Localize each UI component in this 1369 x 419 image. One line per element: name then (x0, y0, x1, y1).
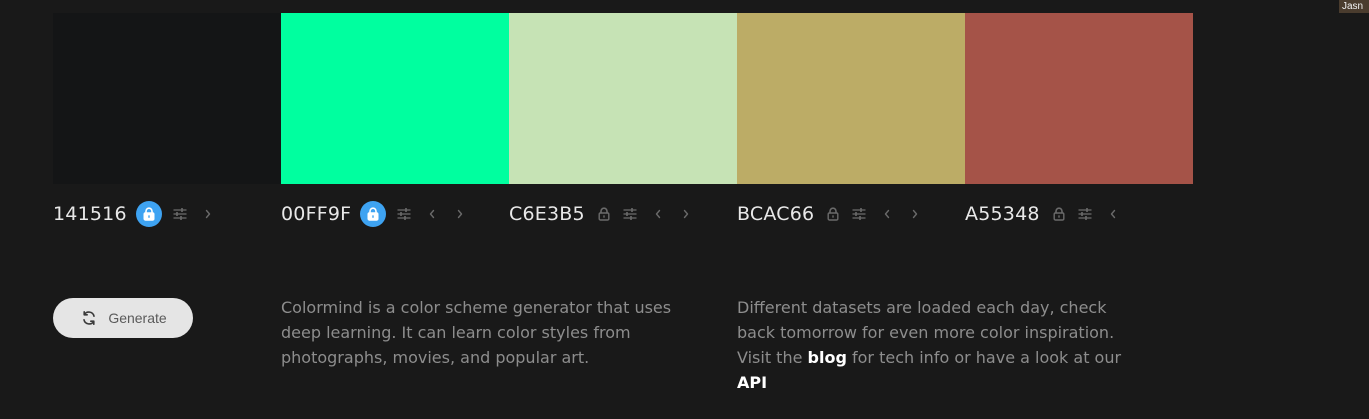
swatch-3[interactable] (509, 13, 737, 184)
sliders-icon[interactable] (1075, 204, 1095, 224)
about-text: Colormind is a color scheme generator th… (281, 298, 672, 367)
generate-button[interactable]: Generate (53, 298, 193, 338)
swatch-controls-1: 141516 (53, 200, 226, 228)
sliders-icon[interactable] (620, 204, 640, 224)
datasets-text: Different datasets are loaded each day, … (737, 295, 1137, 395)
swatch-2[interactable] (281, 13, 509, 184)
chevron-left-icon[interactable] (1103, 204, 1123, 224)
swatch-controls-4: BCAC66 (737, 200, 933, 228)
colormind-page: Jasn 141516 00FF9F C6E3B5 BCAC66 A55348 … (0, 0, 1369, 419)
swatch-controls-3: C6E3B5 (509, 200, 704, 228)
chevron-left-icon[interactable] (648, 204, 668, 224)
chevron-right-icon[interactable] (450, 204, 470, 224)
chevron-right-icon[interactable] (198, 204, 218, 224)
swatch-4[interactable] (737, 13, 965, 184)
hex-value[interactable]: 00FF9F (281, 200, 351, 228)
lock-icon[interactable] (360, 201, 387, 227)
blog-link[interactable]: blog (808, 348, 847, 367)
sliders-icon[interactable] (170, 204, 190, 224)
swatch-1[interactable] (53, 13, 281, 184)
hex-value[interactable]: A55348 (965, 200, 1040, 228)
lock-icon[interactable] (1049, 201, 1069, 227)
swatch-5[interactable] (965, 13, 1193, 184)
sliders-icon[interactable] (849, 204, 869, 224)
swatch-controls-2: 00FF9F (281, 200, 478, 228)
chevron-left-icon[interactable] (877, 204, 897, 224)
hex-value[interactable]: C6E3B5 (509, 200, 585, 228)
lock-icon[interactable] (135, 201, 162, 227)
chevron-left-icon[interactable] (422, 204, 442, 224)
generate-label: Generate (108, 310, 167, 326)
api-link[interactable]: API (737, 373, 767, 392)
swatch-controls-5: A55348 (965, 200, 1131, 228)
chevron-right-icon[interactable] (905, 204, 925, 224)
refresh-icon (79, 308, 99, 328)
palette-swatches (53, 13, 1193, 184)
hex-value[interactable]: BCAC66 (737, 200, 814, 228)
lock-icon[interactable] (594, 201, 614, 227)
datasets-text-middle: for tech info or have a look at our (846, 348, 1122, 367)
user-tag[interactable]: Jasn (1339, 0, 1369, 13)
hex-value[interactable]: 141516 (53, 200, 127, 228)
chevron-right-icon[interactable] (676, 204, 696, 224)
sliders-icon[interactable] (394, 204, 414, 224)
lock-icon[interactable] (823, 201, 843, 227)
